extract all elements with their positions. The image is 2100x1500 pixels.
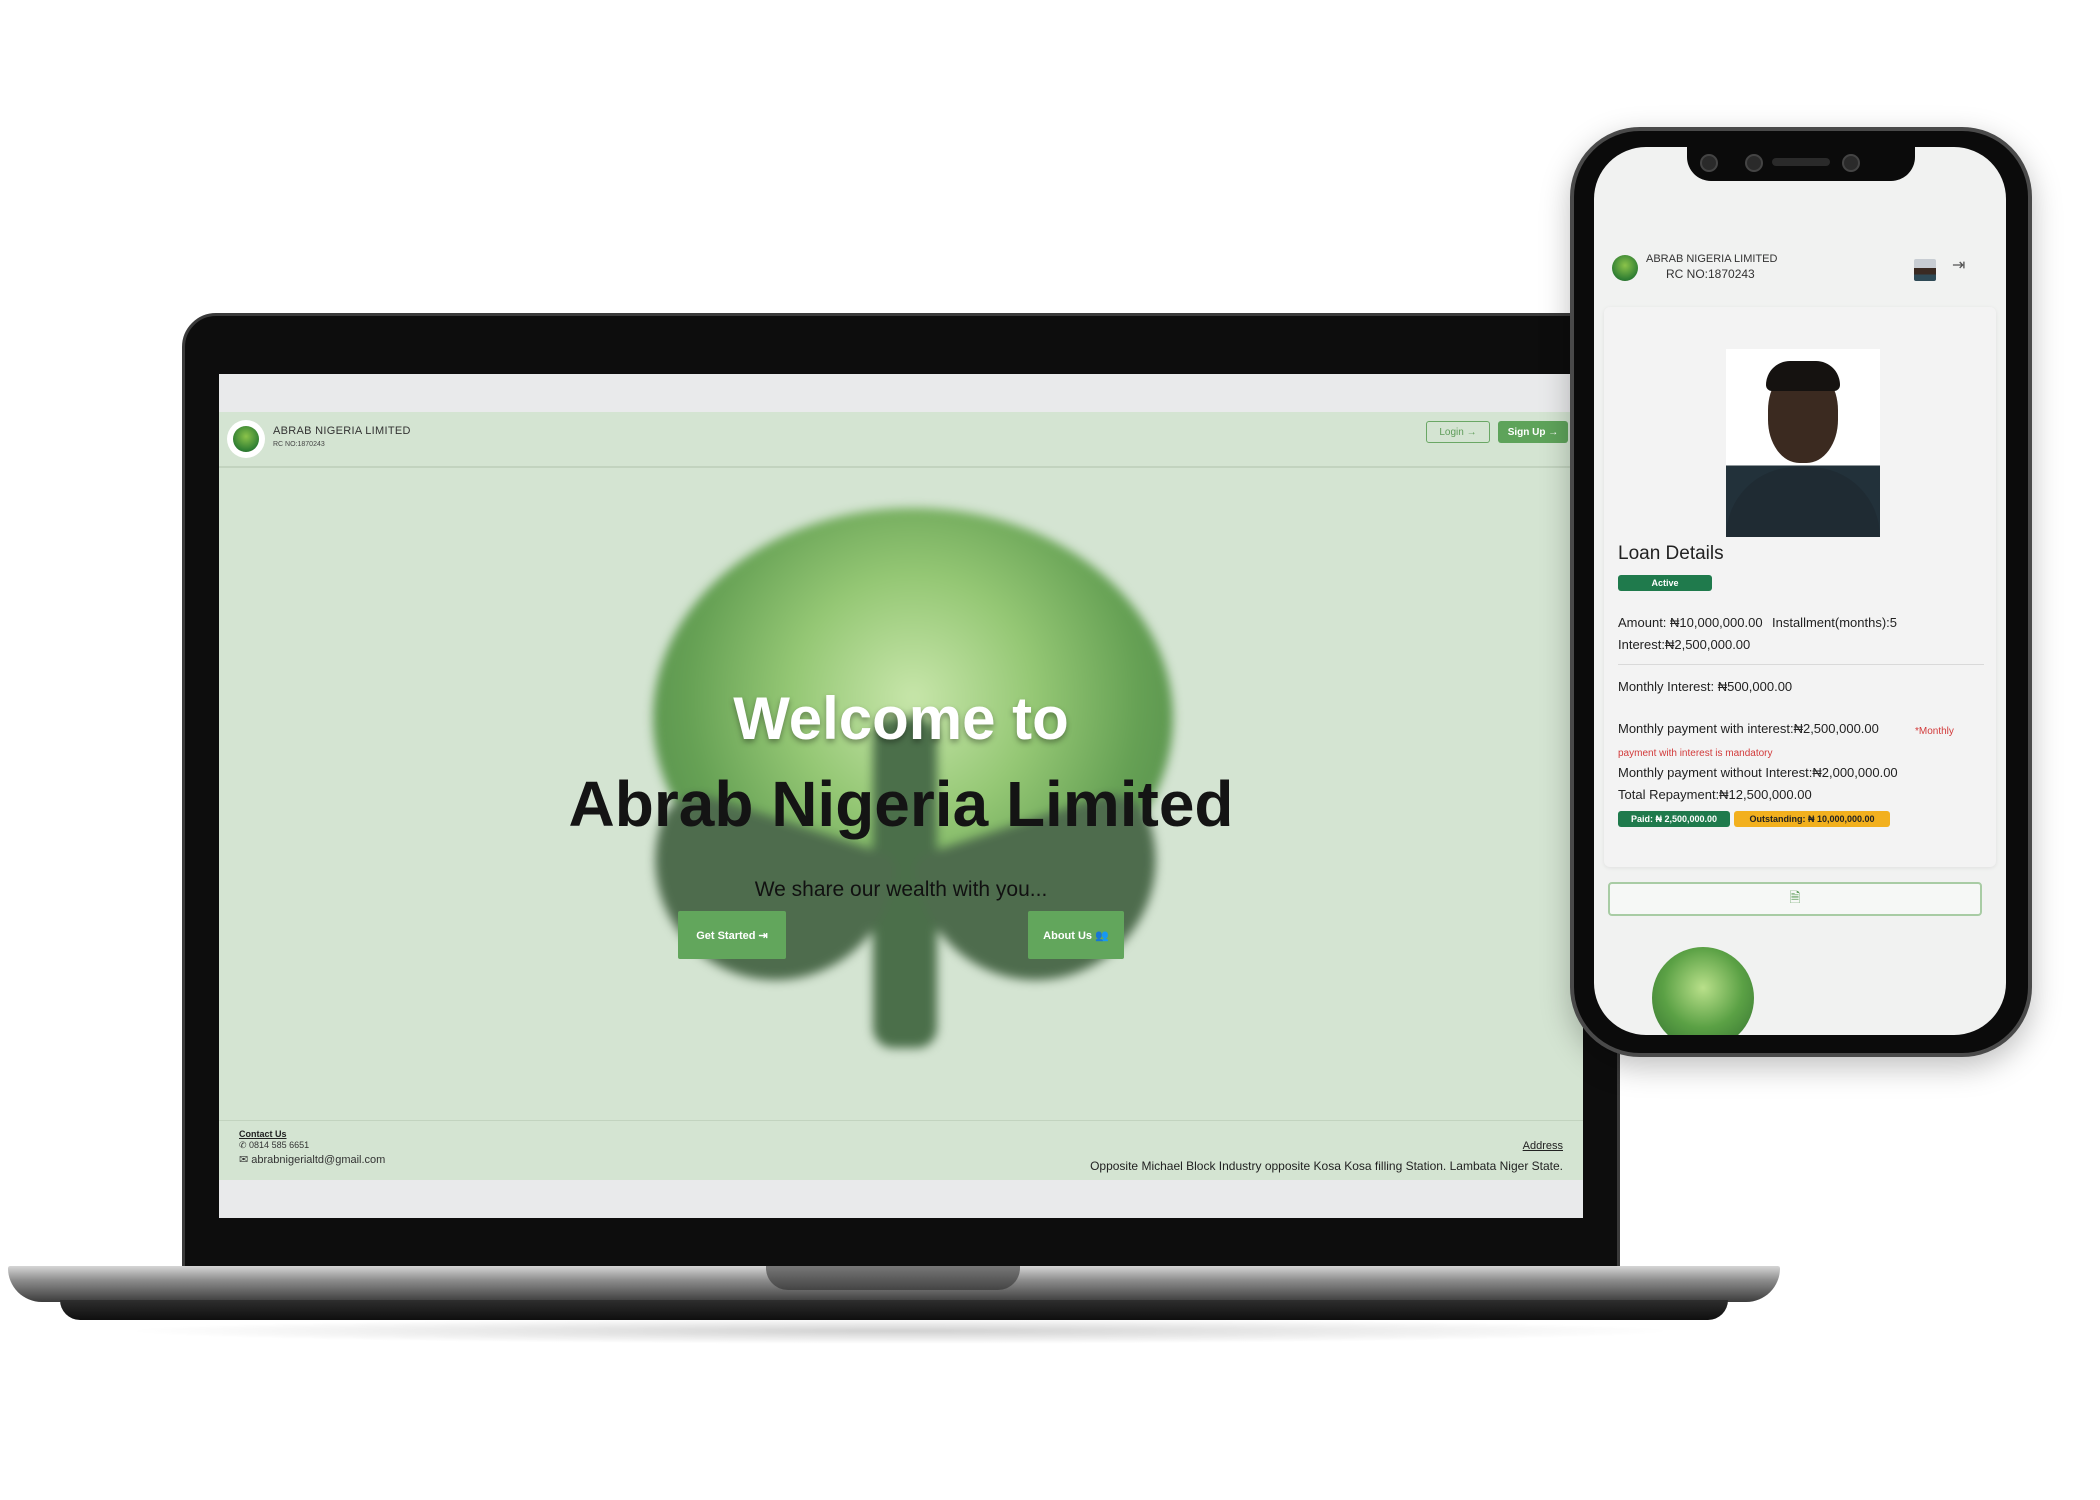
address-title: Address — [1522, 1140, 1563, 1152]
phone-screen: ABRAB NIGERIA LIMITED RC NO:1870243 ⇥ Lo… — [1594, 147, 2006, 1035]
photo-hair — [1766, 361, 1840, 391]
loan-details-card: Loan Details Active Amount: ₦10,000,000.… — [1604, 307, 1996, 867]
user-avatar[interactable] — [1914, 259, 1936, 281]
document-button[interactable]: 🗎 — [1608, 882, 1982, 916]
address-text: Opposite Michael Block Industry opposite… — [1090, 1159, 1563, 1173]
signup-button[interactable]: Sign Up → — [1498, 421, 1568, 443]
camera-dot — [1745, 154, 1763, 172]
loan-amount: Amount: ₦10,000,000.00 — [1618, 615, 1763, 630]
hero-tagline: We share our wealth with you... — [754, 878, 1048, 901]
total-repayment: Total Repayment:₦12,500,000.00 — [1618, 787, 1812, 802]
site-footer: Contact Us ✆ 0814 585 6651 ✉ abrabnigeri… — [219, 1120, 1583, 1181]
camera-dot — [1842, 154, 1860, 172]
laptop-shadow — [120, 1318, 1680, 1344]
about-us-button[interactable]: About Us 👥 — [1028, 911, 1124, 959]
loan-interest: Interest:₦2,500,000.00 — [1618, 637, 1751, 652]
status-badge: Active — [1618, 575, 1712, 591]
get-started-button[interactable]: Get Started ⇥ — [678, 911, 786, 959]
tree-logo-icon — [233, 426, 259, 452]
app-header: ABRAB NIGERIA LIMITED RC NO:1870243 ⇥ — [1594, 227, 2006, 307]
contact-phone[interactable]: ✆ 0814 585 6651 — [239, 1140, 309, 1151]
loan-installment: Installment(months):5 — [1772, 615, 1897, 630]
laptop-base-foot — [60, 1300, 1728, 1320]
monthly-without-interest: Monthly payment without Interest:₦2,000,… — [1618, 765, 1898, 780]
hero-company-name: Abrab Nigeria Limited — [568, 768, 1234, 840]
mandatory-note: *Monthly payment with interest is mandat… — [1618, 726, 1954, 759]
paid-badge: Paid: ₦ 2,500,000.00 — [1618, 811, 1730, 827]
outstanding-badge: Outstanding: ₦ 10,000,000.00 — [1734, 811, 1890, 827]
photo-shoulders — [1726, 467, 1880, 537]
tree-logo-icon[interactable] — [1612, 255, 1638, 281]
laptop-screen: ABRAB NIGERIA LIMITED RC NO:1870243 Logi… — [219, 374, 1583, 1218]
document-icon: 🗎 — [1789, 889, 1801, 905]
logout-icon[interactable]: ⇥ — [1952, 255, 1965, 275]
site-header: ABRAB NIGERIA LIMITED RC NO:1870243 Logi… — [219, 412, 1583, 468]
contact-email[interactable]: ✉ abrabnigerialtd@gmail.com — [239, 1153, 385, 1166]
brand-rc-number: RC NO:1870243 — [273, 441, 325, 448]
divider — [1618, 664, 1984, 665]
hero-welcome: Welcome to — [733, 685, 1069, 752]
login-button[interactable]: Login → — [1426, 421, 1490, 443]
profile-photo — [1726, 349, 1880, 537]
speaker-grille — [1772, 158, 1830, 166]
monthly-interest: Monthly Interest: ₦500,000.00 — [1618, 679, 1793, 694]
website: ABRAB NIGERIA LIMITED RC NO:1870243 Logi… — [219, 412, 1583, 1180]
brand-name: ABRAB NIGERIA LIMITED — [273, 425, 411, 437]
footer-tree-logo — [1652, 947, 1754, 1035]
app-rc-number: RC NO:1870243 — [1666, 267, 1755, 281]
app-brand-name: ABRAB NIGERIA LIMITED — [1646, 253, 1778, 265]
brand-logo[interactable] — [227, 420, 265, 458]
camera-dot — [1700, 154, 1718, 172]
contact-title: Contact Us — [239, 1129, 287, 1139]
loan-details-title: Loan Details — [1618, 543, 1724, 564]
laptop-notch — [766, 1266, 1020, 1290]
